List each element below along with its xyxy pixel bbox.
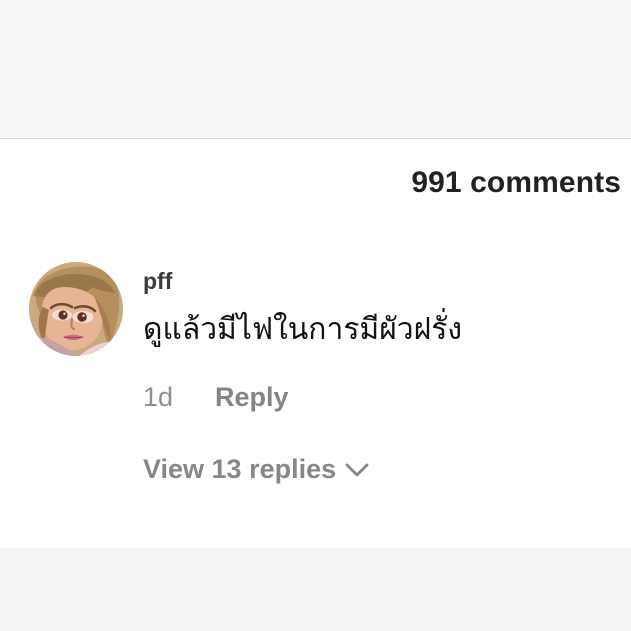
view-replies-button[interactable]: View 13 replies	[143, 452, 370, 486]
bottom-background-band	[0, 548, 631, 631]
top-background-band	[0, 0, 631, 138]
top-divider	[0, 138, 631, 139]
view-replies-label: View 13 replies	[143, 453, 337, 484]
comment-item: pff ดูแล้วมีไฟในการมีผัวฝรั่ง 1d Reply V…	[0, 258, 631, 488]
comments-count: 991 comments	[411, 166, 621, 199]
comments-panel: 991 comments pff ดูแล้วมีไฟในการมีผัวฝรั…	[0, 0, 631, 631]
reply-button[interactable]: Reply	[215, 380, 289, 414]
comment-timestamp: 1d	[143, 382, 174, 412]
comment-username[interactable]: pff	[143, 268, 172, 295]
avatar-icon	[29, 262, 123, 356]
avatar[interactable]	[29, 262, 123, 356]
chevron-down-icon	[344, 461, 370, 479]
comment-text: ดูแล้วมีไฟในการมีผัวฝรั่ง	[143, 312, 462, 347]
